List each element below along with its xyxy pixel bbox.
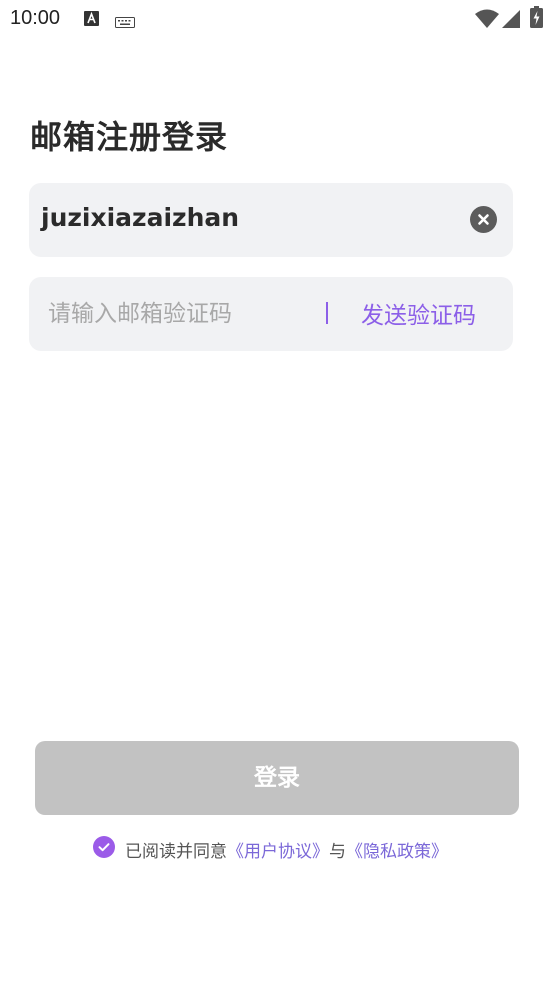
verification-code-field[interactable]: 发送验证码 bbox=[29, 277, 513, 351]
cellular-signal-icon bbox=[502, 10, 520, 32]
email-value[interactable]: juzixiazaizhan bbox=[41, 203, 239, 232]
send-code-button[interactable]: 发送验证码 bbox=[361, 296, 476, 330]
email-field[interactable]: juzixiazaizhan bbox=[29, 183, 513, 257]
agreement-conjunction: 与 bbox=[329, 842, 346, 862]
field-divider bbox=[326, 302, 328, 324]
battery-charging-icon bbox=[530, 6, 543, 32]
agreement-prefix: 已阅读并同意 bbox=[125, 842, 227, 862]
privacy-link[interactable]: 《隐私政策》 bbox=[346, 842, 448, 862]
clear-email-button[interactable] bbox=[470, 206, 497, 233]
login-button[interactable]: 登录 bbox=[35, 741, 519, 815]
text-a-icon bbox=[84, 11, 99, 30]
agreement-checkbox[interactable] bbox=[93, 836, 115, 858]
status-time: 10:00 bbox=[10, 7, 61, 29]
keyboard-icon bbox=[115, 13, 135, 32]
wifi-icon bbox=[475, 9, 499, 32]
close-circle-icon bbox=[478, 214, 489, 225]
check-icon bbox=[98, 843, 110, 852]
terms-link[interactable]: 《用户协议》 bbox=[227, 842, 329, 862]
status-bar: 10:00 bbox=[0, 0, 554, 40]
verification-code-input[interactable] bbox=[48, 296, 298, 332]
page-title: 邮箱注册登录 bbox=[30, 118, 229, 156]
